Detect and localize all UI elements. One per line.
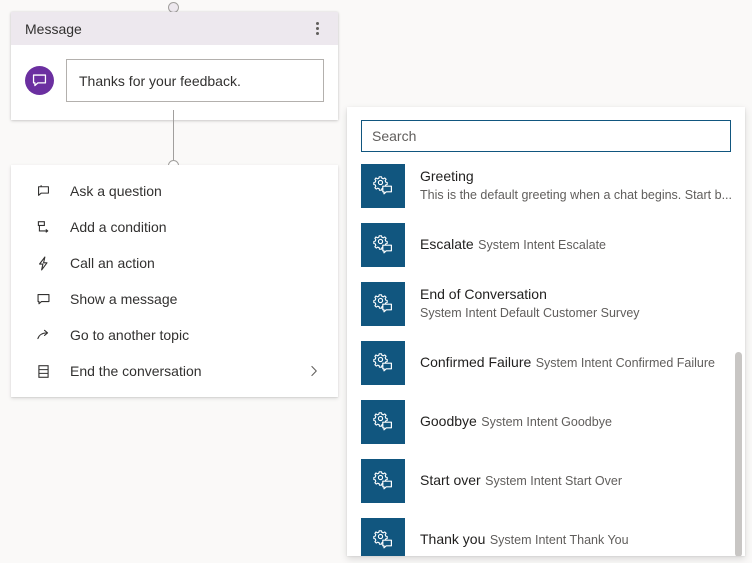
more-options-icon[interactable]: [306, 17, 328, 41]
menu-item-label: Call an action: [70, 255, 155, 271]
list-item-title: Goodbye: [420, 413, 477, 429]
system-topic-icon: [361, 399, 405, 444]
list-item-texts: Thank you System Intent Thank You: [420, 530, 731, 549]
lightning-bolt-icon: [33, 253, 53, 273]
list-item-subtitle: System Intent Escalate: [478, 238, 606, 252]
system-topic-icon: [361, 458, 405, 503]
message-node-header: Message: [11, 12, 338, 45]
list-item-subtitle: System Intent Goodbye: [481, 415, 612, 429]
list-item-title: Start over: [420, 472, 481, 488]
search-input[interactable]: [361, 120, 731, 152]
message-node-card[interactable]: Message Thanks for your feedback.: [11, 12, 338, 120]
menu-item-ask-a-question[interactable]: Ask a question: [11, 173, 338, 209]
topic-list-scrollbar[interactable]: [735, 156, 742, 556]
list-item-texts: Start over System Intent Start Over: [420, 471, 731, 490]
menu-item-label: End the conversation: [70, 363, 202, 379]
arrow-redirect-icon: [33, 325, 53, 345]
topic-picker-panel: Greeting This is the default greeting wh…: [347, 107, 745, 556]
menu-item-label: Show a message: [70, 291, 178, 307]
list-item[interactable]: Escalate System Intent Escalate: [347, 215, 745, 274]
message-bubble-icon: [33, 289, 53, 309]
topic-results-list[interactable]: Greeting This is the default greeting wh…: [347, 156, 745, 556]
system-topic-icon: [361, 163, 405, 208]
scrollbar-thumb[interactable]: [735, 352, 742, 556]
list-item[interactable]: Start over System Intent Start Over: [347, 451, 745, 510]
list-item-title: Escalate: [420, 236, 474, 252]
message-text-field[interactable]: Thanks for your feedback.: [66, 59, 324, 102]
system-topic-icon: [361, 340, 405, 385]
message-text-value: Thanks for your feedback.: [79, 72, 241, 89]
search-row: [347, 107, 745, 152]
menu-item-call-an-action[interactable]: Call an action: [11, 245, 338, 281]
connector-line: [173, 110, 174, 162]
chevron-right-icon: [306, 363, 322, 379]
list-item-title: Greeting: [420, 168, 474, 184]
list-item-texts: Confirmed Failure System Intent Confirme…: [420, 353, 731, 372]
stacked-rows-icon: [33, 361, 53, 381]
list-item-subtitle: System Intent Confirmed Failure: [535, 356, 715, 370]
menu-item-label: Go to another topic: [70, 327, 190, 343]
branch-condition-icon: [33, 217, 53, 237]
node-action-menu: Ask a question Add a condition Call an a…: [11, 165, 338, 397]
list-item-subtitle: System Intent Thank You: [489, 533, 629, 547]
chat-bubble-icon: [25, 66, 54, 95]
list-item-title: Thank you: [420, 531, 486, 547]
list-item-texts: Goodbye System Intent Goodbye: [420, 412, 731, 431]
ask-question-icon: [33, 181, 53, 201]
list-item-subtitle: This is the default greeting when a chat…: [420, 188, 732, 202]
list-item[interactable]: Goodbye System Intent Goodbye: [347, 392, 745, 451]
list-item-title: End of Conversation: [420, 286, 547, 302]
menu-item-add-a-condition[interactable]: Add a condition: [11, 209, 338, 245]
message-node-body: Thanks for your feedback.: [11, 45, 338, 120]
list-item-subtitle: System Intent Start Over: [485, 474, 623, 488]
list-item[interactable]: Thank you System Intent Thank You: [347, 510, 745, 556]
list-item-title: Confirmed Failure: [420, 354, 532, 370]
list-item-texts: End of Conversation System Intent Defaul…: [420, 285, 731, 322]
message-node-title: Message: [25, 20, 82, 37]
system-topic-icon: [361, 281, 405, 326]
menu-item-go-to-another-topic[interactable]: Go to another topic: [11, 317, 338, 353]
system-topic-icon: [361, 222, 405, 267]
authoring-canvas: Message Thanks for your feedback. Ask a …: [0, 0, 752, 563]
list-item[interactable]: Greeting This is the default greeting wh…: [347, 156, 745, 215]
system-topic-icon: [361, 517, 405, 556]
list-item[interactable]: Confirmed Failure System Intent Confirme…: [347, 333, 745, 392]
list-item-texts: Greeting This is the default greeting wh…: [420, 167, 732, 204]
menu-item-show-a-message[interactable]: Show a message: [11, 281, 338, 317]
menu-item-label: Ask a question: [70, 183, 162, 199]
menu-item-end-the-conversation[interactable]: End the conversation: [11, 353, 338, 389]
menu-item-label: Add a condition: [70, 219, 167, 235]
list-item-texts: Escalate System Intent Escalate: [420, 235, 731, 254]
list-item[interactable]: End of Conversation System Intent Defaul…: [347, 274, 745, 333]
list-item-subtitle: System Intent Default Customer Survey: [420, 306, 640, 320]
